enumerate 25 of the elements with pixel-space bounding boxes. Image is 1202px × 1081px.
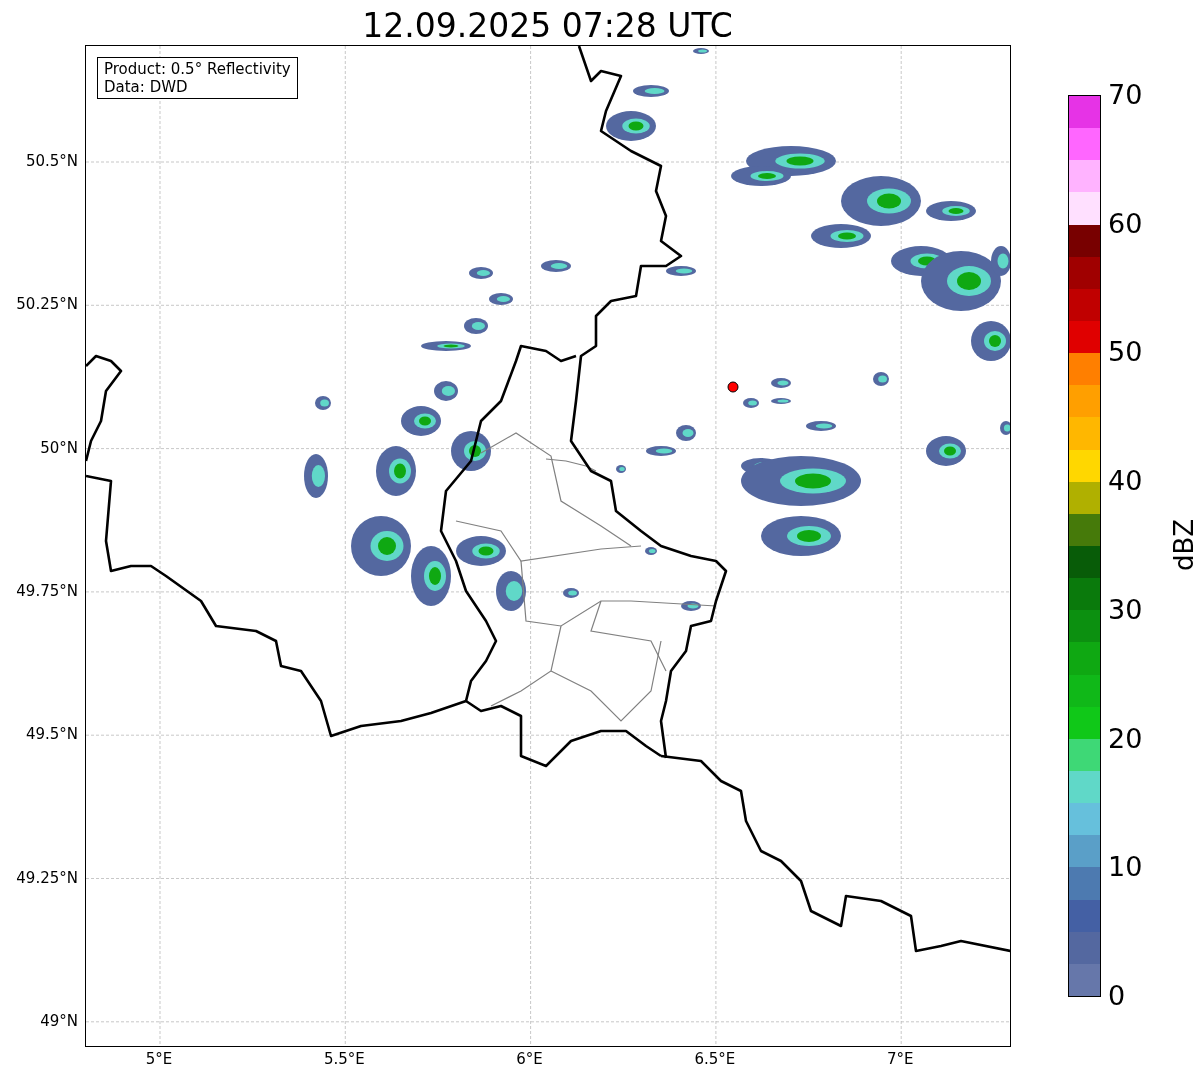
longitude-tick-label: 7°E <box>886 1050 914 1068</box>
latitude-tick-label: 49.25°N <box>16 868 78 887</box>
latitude-tick-label: 50.5°N <box>25 152 78 170</box>
latitude-tick-label: 49.5°N <box>25 725 78 744</box>
colorbar-tick-label: 60 <box>1108 208 1143 239</box>
colorbar-tick-label: 20 <box>1108 723 1143 754</box>
colorbar-tick-label: 0 <box>1108 981 1126 1011</box>
latitude-tick-label: 50°N <box>40 438 78 457</box>
colorbar-tick-label: 10 <box>1108 852 1143 883</box>
longitude-tick-label: 6°E <box>516 1050 543 1068</box>
colorbar-tick-label: 70 <box>1108 80 1143 110</box>
latitude-tick-label: 49°N <box>40 1011 78 1030</box>
colorbar-tick-label: 30 <box>1108 594 1143 625</box>
colorbar-tick-label: 50 <box>1108 337 1143 368</box>
radar-site-marker <box>727 381 739 393</box>
longitude-tick-label: 5.5°E <box>323 1050 365 1068</box>
info-text: Product: 0.5° Reflectivity <box>104 60 291 78</box>
colorbar-tick-label: 40 <box>1108 466 1143 497</box>
info-text: Data: DWD <box>104 78 189 96</box>
colorbar-label: dBZ <box>1169 518 1200 572</box>
latitude-tick-label: 50.25°N <box>16 295 78 314</box>
longitude-tick-label: 5°E <box>145 1050 173 1068</box>
chart-title: 12.09.2025 07:28 UTC <box>361 5 734 47</box>
longitude-tick-label: 6.5°E <box>694 1050 736 1068</box>
latitude-tick-label: 49.75°N <box>16 581 78 600</box>
